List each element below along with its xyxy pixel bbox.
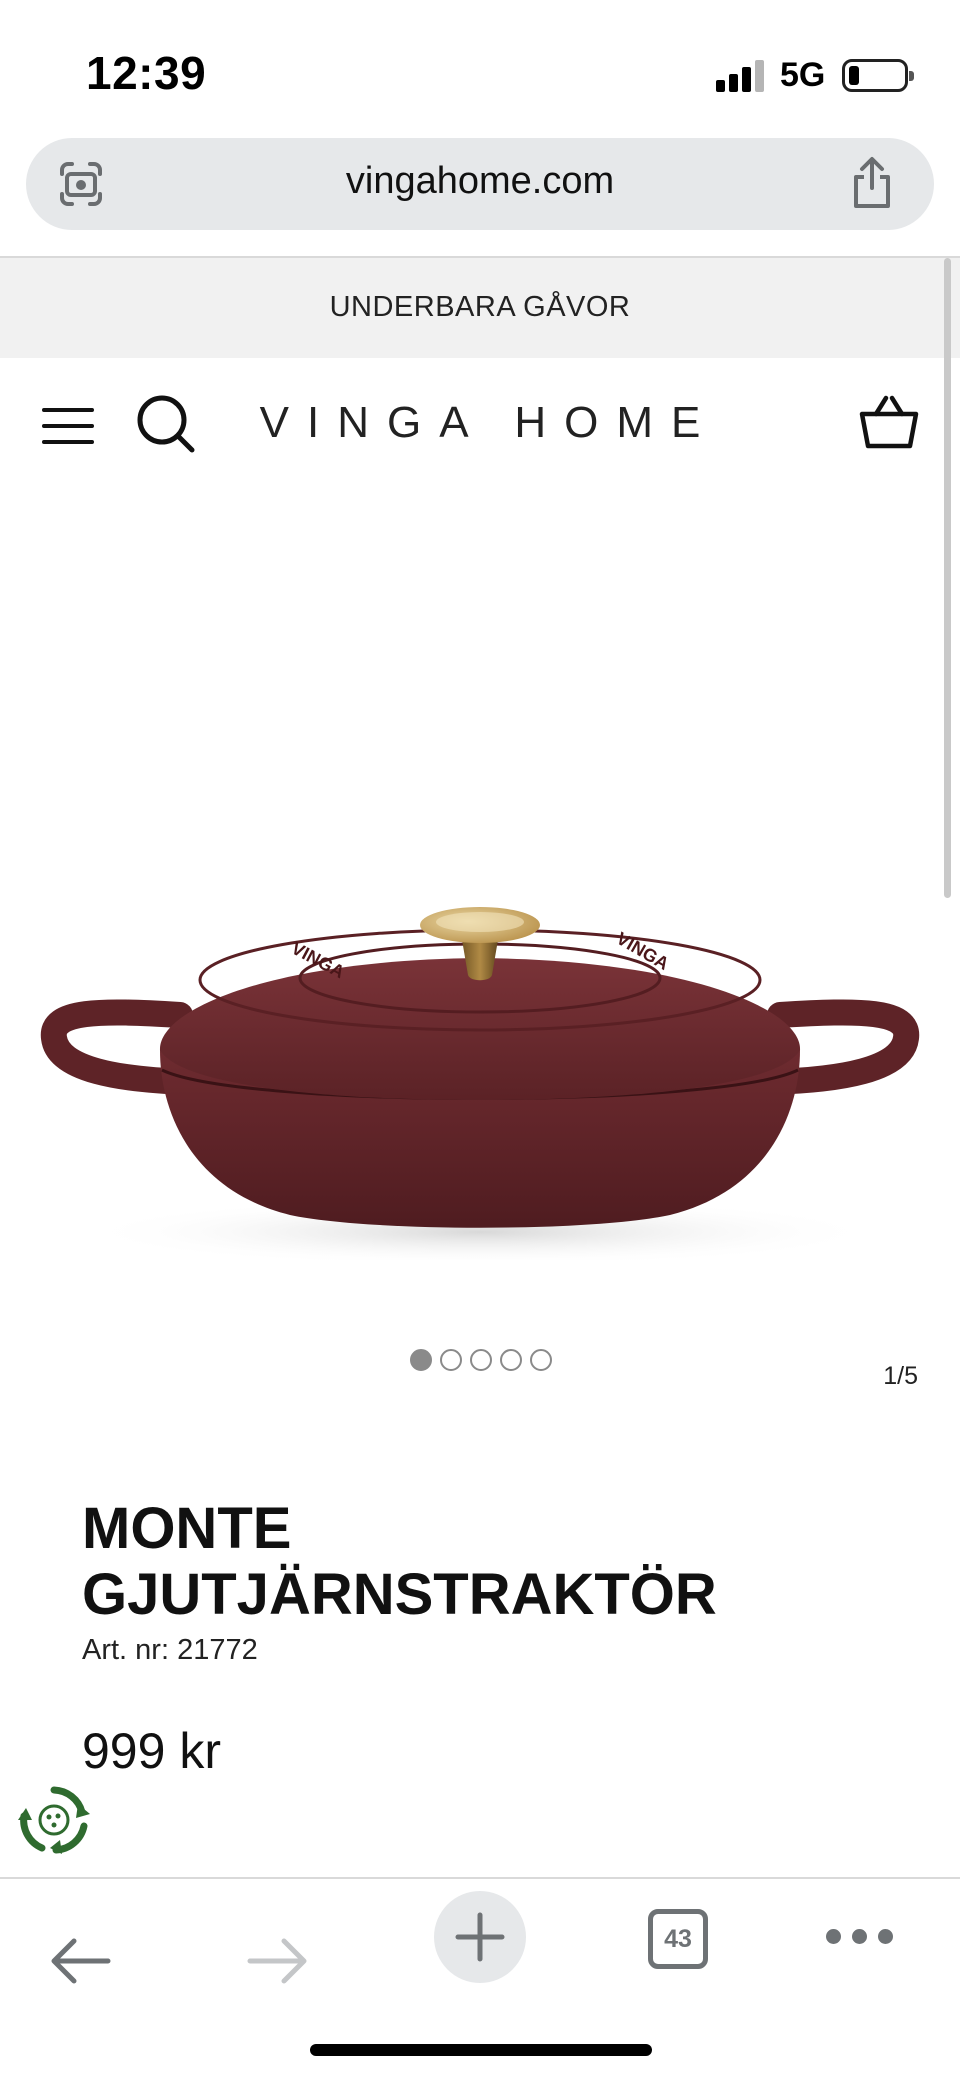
address-bar[interactable]: vingahome.com xyxy=(26,138,934,230)
home-indicator[interactable] xyxy=(310,2044,652,2056)
more-icon[interactable] xyxy=(826,1929,896,1949)
announcement-bar[interactable]: UNDERBARA GÅVOR xyxy=(0,258,960,358)
carousel-dots[interactable] xyxy=(410,1349,560,1373)
share-icon[interactable] xyxy=(848,156,896,210)
site-header: VINGA HOME xyxy=(0,358,960,488)
network-label: 5G xyxy=(780,56,826,94)
article-number: Art. nr: 21772 xyxy=(82,1634,258,1666)
carousel-dot[interactable] xyxy=(410,1349,432,1371)
plus-icon xyxy=(455,1912,505,1962)
announcement-text[interactable]: UNDERBARA GÅVOR xyxy=(0,291,960,324)
status-time: 12:39 xyxy=(86,47,207,99)
signal-icon xyxy=(716,58,764,92)
carousel-dot[interactable] xyxy=(530,1349,552,1371)
carousel-dot[interactable] xyxy=(440,1349,462,1371)
product-title: MONTE GJUTJÄRNSTRAKTÖR xyxy=(82,1496,717,1627)
scrollbar[interactable] xyxy=(944,258,951,898)
lid-embossing-right: VINGA xyxy=(613,928,672,974)
url-text[interactable]: vingahome.com xyxy=(26,160,934,203)
tabs-icon[interactable]: 43 xyxy=(648,1909,708,1969)
image-counter: 1/5 xyxy=(883,1362,918,1390)
product-price: 999 kr xyxy=(82,1723,221,1779)
brand-logo[interactable]: VINGA HOME xyxy=(0,398,960,448)
recycle-icon[interactable] xyxy=(16,1782,92,1858)
carousel-dot[interactable] xyxy=(500,1349,522,1371)
status-bar: 12:39 5G xyxy=(0,0,960,130)
cart-icon[interactable] xyxy=(858,394,920,450)
back-arrow-icon[interactable] xyxy=(48,1937,112,1985)
forward-arrow-icon[interactable] xyxy=(246,1937,310,1985)
battery-icon xyxy=(842,59,914,92)
product-image[interactable]: VINGA VINGA xyxy=(40,860,920,1260)
new-tab-button[interactable] xyxy=(434,1891,526,1983)
carousel-dot[interactable] xyxy=(470,1349,492,1371)
